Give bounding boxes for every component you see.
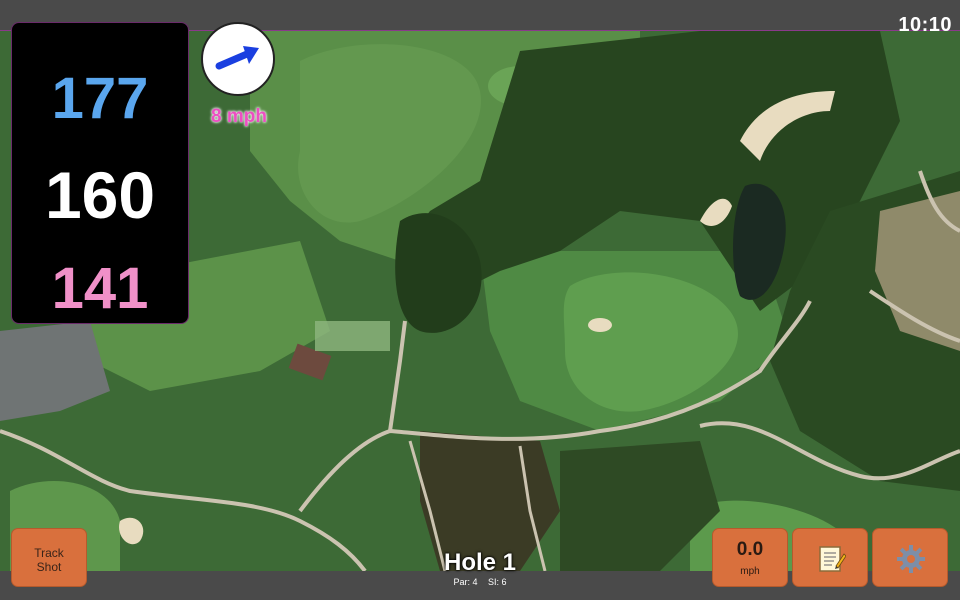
hole-par: Par: 4 <box>453 577 478 587</box>
track-shot-label-line2: Shot <box>36 560 62 574</box>
track-shot-button[interactable]: Track Shot <box>11 528 87 587</box>
wind-direction-arrow-icon <box>215 46 259 70</box>
speed-unit: mph <box>740 566 760 577</box>
clock: 10:10 <box>898 14 952 36</box>
speed-button[interactable]: 0.0 mph <box>712 528 788 587</box>
front-distance: 141 <box>51 256 149 321</box>
hole-stroke-index: SI: 6 <box>488 577 507 587</box>
wind-speed: 8 mph <box>211 106 267 127</box>
hole-meta: Par: 4 SI: 6 <box>380 577 580 587</box>
notes-button[interactable] <box>792 528 868 587</box>
speed-value: 0.0 <box>736 539 764 560</box>
middle-distance: 160 <box>44 158 156 232</box>
wind-indicator <box>201 22 275 96</box>
back-distance: 177 <box>51 66 149 131</box>
hole-title: Hole 1 <box>443 549 517 576</box>
notepad-icon <box>819 546 846 572</box>
track-shot-label-line1: Track <box>34 546 64 560</box>
settings-button[interactable] <box>872 528 948 587</box>
distance-panel: 177 160 141 <box>11 22 189 324</box>
gear-icon <box>897 545 925 573</box>
